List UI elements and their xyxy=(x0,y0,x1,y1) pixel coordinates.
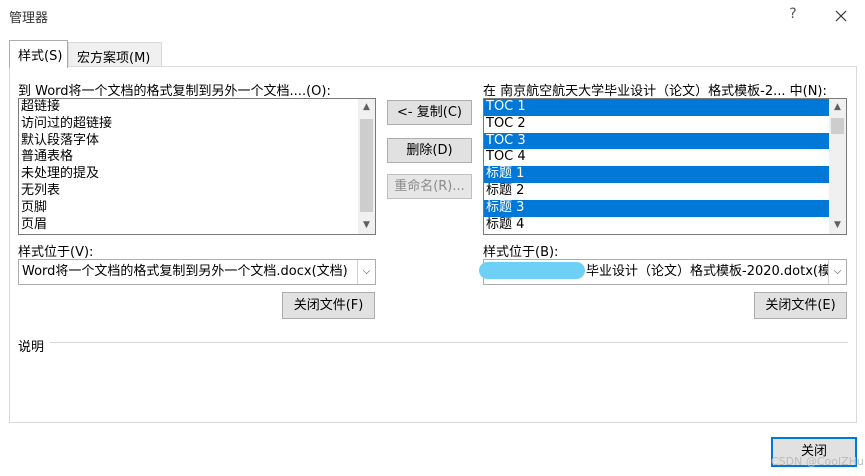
right-style-items: TOC 1 TOC 2 TOC 3 TOC 4 标题 1 标题 2 标题 3 标题 4 xyxy=(484,99,829,233)
list-item[interactable]: TOC 1 xyxy=(484,99,829,116)
right-style-list[interactable]: TOC 1 TOC 2 TOC 3 TOC 4 标题 1 标题 2 标题 3 标题 4 ▲ ▼ xyxy=(483,98,847,235)
description-label: 说明 xyxy=(18,340,45,355)
right-location-value: 毕业设计（论文）格式模板-2020.dotx(模板 xyxy=(586,264,844,279)
left-scrollbar[interactable]: ▲ ▼ xyxy=(358,99,375,234)
scroll-up-icon[interactable]: ▲ xyxy=(358,99,375,116)
list-item[interactable]: 标题 4 xyxy=(484,217,829,234)
scroll-thumb[interactable] xyxy=(360,119,373,212)
delete-button[interactable]: 删除(D) xyxy=(387,138,472,163)
list-item[interactable]: 标题 3 xyxy=(484,199,829,217)
left-list-header: 到 Word将一个文档的格式复制到另外一个文档....(O): xyxy=(18,84,331,99)
list-item[interactable]: 无列表 xyxy=(19,183,358,200)
list-item[interactable]: 普通表格 xyxy=(19,149,358,166)
list-item[interactable]: 未处理的提及 xyxy=(19,166,358,183)
help-button[interactable]: ? xyxy=(786,6,800,24)
scroll-thumb[interactable] xyxy=(831,118,844,134)
right-list-header: 在 南京航空航天大学毕业设计（论文）格式模板-2... 中(N): xyxy=(483,84,827,99)
chevron-down-icon[interactable]: ⌵ xyxy=(357,260,375,284)
list-item[interactable]: 访问过的超链接 xyxy=(19,116,358,133)
clipped-background-text: · ··· · ·· · ·········· · ······ xyxy=(630,0,724,4)
tab-styles[interactable]: 样式(S) xyxy=(9,40,68,68)
copy-button[interactable]: <- 复制(C) xyxy=(387,100,472,125)
scroll-up-icon[interactable]: ▲ xyxy=(829,99,846,116)
list-item[interactable]: 标题 2 xyxy=(484,183,829,200)
left-location-select[interactable]: Word将一个文档的格式复制到另外一个文档.docx(文档) ⌵ xyxy=(18,259,376,285)
close-icon xyxy=(835,10,847,22)
chevron-down-icon[interactable]: ⌵ xyxy=(828,260,846,284)
description-divider xyxy=(50,342,848,343)
list-item[interactable]: 页脚 xyxy=(19,200,358,217)
rename-button[interactable]: 重命名(R)... xyxy=(387,174,472,199)
list-item[interactable]: 默认段落字体 xyxy=(19,133,358,150)
window-title: 管理器 xyxy=(9,11,49,26)
redaction-blur xyxy=(479,262,585,279)
right-close-file-button[interactable]: 关闭文件(E) xyxy=(754,292,847,319)
list-item[interactable]: TOC 4 xyxy=(484,149,829,166)
right-location-label: 样式位于(B): xyxy=(483,245,559,260)
left-location-label: 样式位于(V): xyxy=(18,245,94,260)
close-window-button[interactable] xyxy=(831,6,851,26)
list-item[interactable]: 超链接 xyxy=(19,99,358,116)
right-scrollbar[interactable]: ▲ ▼ xyxy=(829,99,846,234)
list-item[interactable]: TOC 2 xyxy=(484,116,829,133)
scroll-down-icon[interactable]: ▼ xyxy=(358,217,375,234)
list-item[interactable]: TOC 3 xyxy=(484,132,829,150)
watermark: CSDN @CoolZHu xyxy=(771,455,864,468)
left-style-list[interactable]: 超链接 访问过的超链接 默认段落字体 普通表格 未处理的提及 无列表 页脚 页眉 ▲ ▼ xyxy=(18,98,376,235)
scroll-down-icon[interactable]: ▼ xyxy=(829,217,846,234)
list-item[interactable]: 页眉 xyxy=(19,217,358,234)
tab-macro-items[interactable]: 宏方案项(M) xyxy=(68,42,162,67)
left-style-items: 超链接 访问过的超链接 默认段落字体 普通表格 未处理的提及 无列表 页脚 页眉 xyxy=(19,99,358,233)
left-close-file-button[interactable]: 关闭文件(F) xyxy=(282,292,375,319)
list-item[interactable]: 标题 1 xyxy=(484,166,829,183)
left-location-value: Word将一个文档的格式复制到另外一个文档.docx(文档) xyxy=(22,264,348,279)
title-bar: · ··· · ·· · ·········· · ······ 管理器 ? xyxy=(0,0,865,32)
